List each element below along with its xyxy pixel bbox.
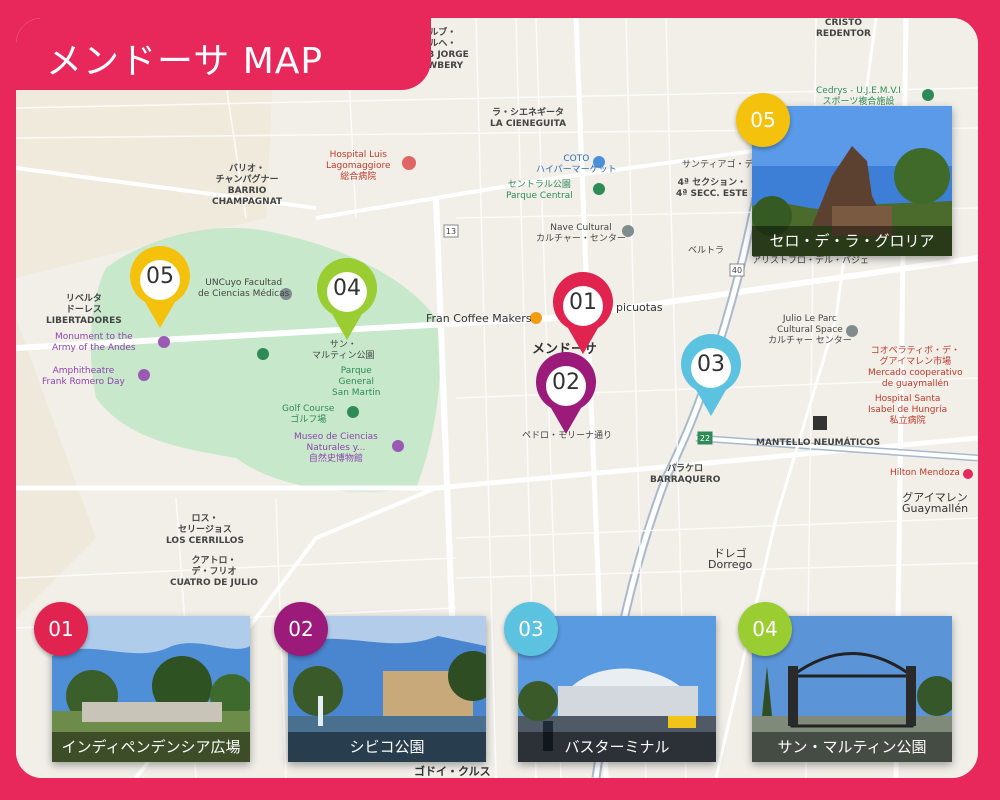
sports-icon <box>922 89 934 101</box>
label-cuatro-de-julio: クアトロ・ デ・フリオ CUATRO DE JULIO <box>170 556 258 588</box>
map-canvas[interactable]: 13 40 22 クルブ・ ホルヘ・ CLUB JORGE NEWBERY CRIST… <box>16 18 978 778</box>
label-sarmiento: サンティアゴ・デル <box>682 160 763 170</box>
photo-caption: インディペンデンシア広場 <box>52 732 250 762</box>
hotel-icon <box>963 469 973 479</box>
pin-number: 01 <box>569 290 597 315</box>
badge-number: 04 <box>752 617 778 641</box>
photo-caption: シビコ公園 <box>288 732 486 762</box>
label-parque-central: セントラル公園 Parque Central <box>506 180 573 201</box>
label-museo: Museo de Ciencias Naturales y... 自然史博物館 <box>294 432 378 464</box>
photo-badge-04: 04 <box>738 602 792 656</box>
badge-number: 03 <box>518 617 544 641</box>
badge-number: 01 <box>48 617 74 641</box>
label-monument-andes: Monument to the Army of the Andes <box>52 332 136 353</box>
pin-number: 04 <box>333 276 361 301</box>
map-pin-04[interactable]: 04 <box>312 258 382 344</box>
label-mantello: MANTELLO NEUMÁTICOS <box>756 438 881 448</box>
label-hospital-santa: Hospital Santa Isabel de Hungría 私立病院 <box>868 394 948 426</box>
label-4-seccion: 4ª セクション・ 4ª SECC. ESTE <box>676 178 748 199</box>
tire-shop-icon <box>813 416 827 430</box>
museum-icon <box>392 440 404 452</box>
label-la-cieneguita: ラ・シエネギータ LA CIENEGUITA <box>490 108 567 129</box>
map-frame: 13 40 22 クルブ・ ホルヘ・ CLUB JORGE NEWBERY CRIST… <box>0 0 1000 800</box>
hospital-icon <box>402 156 416 170</box>
label-hilton: Hilton Mendoza <box>890 468 960 478</box>
label-guaymallen: グアイマレン Guaymallén <box>902 491 969 515</box>
route-22: 22 <box>700 434 710 443</box>
photo-caption: サン・マルティン公園 <box>752 732 952 762</box>
label-nave-cultural: Nave Cultural カルチャー・センター <box>536 223 626 244</box>
pin-marker-icon <box>553 272 613 354</box>
pin-marker-icon <box>681 334 741 416</box>
photo-badge-05: 05 <box>736 93 790 147</box>
theatre-icon <box>138 369 150 381</box>
label-fran-coffee: Fran Coffee Makers <box>426 312 532 325</box>
title-tab: メンドーサ MAP <box>16 18 431 90</box>
pin-number: 03 <box>697 352 725 377</box>
label-julio-le-parc: Julio Le Parc Cultural Space カルチャー センター <box>768 314 852 346</box>
label-libertadores: リベルタ ドーレス LIBERTADORES <box>46 294 122 326</box>
badge-number: 05 <box>750 108 776 132</box>
map-pin-03[interactable]: 03 <box>676 334 746 420</box>
route-13: 13 <box>446 227 456 236</box>
label-dorrego: ドレゴ Dorrego <box>708 547 753 571</box>
label-barraquero: バラケロ BARRAQUERO <box>650 464 721 485</box>
photo-badge-03: 03 <box>504 602 558 656</box>
label-cedrys: Cedrys - U.J.E.M.V.I スポーツ複合施設 <box>816 86 901 107</box>
label-cooperativa: コオペラティボ・デ・ グアイマレン市場 Mercado cooperativo de … <box>868 346 963 389</box>
label-cristo-redentor: CRISTO REDENTOR <box>816 18 871 39</box>
label-amphitheatre: Amphitheatre Frank Romero Day <box>42 366 125 387</box>
label-aristobulo: アリストブロ・デル・バジェ <box>752 256 870 266</box>
label-golf: Golf Course ゴルフ場 <box>282 404 335 425</box>
label-belgrano: ベルトラ <box>688 246 725 256</box>
label-picuotas: picuotas <box>616 301 663 314</box>
golf-icon <box>347 406 359 418</box>
label-hospital-luis: Hospital Luis Lagomaggiore 総合病院 <box>326 150 391 182</box>
badge-number: 02 <box>288 617 314 641</box>
pin-marker-icon <box>536 352 596 434</box>
map-pin-01[interactable]: 01 <box>548 272 618 358</box>
pin-marker-icon <box>317 258 377 340</box>
photo-badge-01: 01 <box>34 602 88 656</box>
photo-caption: バスターミナル <box>518 732 716 762</box>
label-uncuyo: UNCuyo Facultad de Ciencias Médicas <box>198 278 290 299</box>
route-40: 40 <box>732 266 742 275</box>
pin-marker-icon <box>130 246 190 328</box>
monument-icon <box>158 336 170 348</box>
label-los-cerrillos: ロス・ セリージョス LOS CERRILLOS <box>166 514 244 546</box>
map-pin-02[interactable]: 02 <box>531 352 601 438</box>
label-barrio-champagnat: バリオ・ チャンパグナー BARRIO CHAMPAGNAT <box>212 164 283 207</box>
pin-number: 02 <box>552 370 580 395</box>
label-parque-general: Parque General San Martin <box>332 366 381 398</box>
label-coto: COTO ハイパーマーケット <box>536 154 617 175</box>
pin-number: 05 <box>146 264 174 289</box>
label-godoy-cruz: ゴドイ・クルス <box>414 765 491 778</box>
park-icon <box>593 183 605 195</box>
photo-caption: セロ・デ・ラ・グロリア <box>752 226 952 256</box>
photo-badge-02: 02 <box>274 602 328 656</box>
park-icon-2 <box>257 348 269 360</box>
map-pin-05[interactable]: 05 <box>125 246 195 332</box>
page-title: メンドーサ MAP <box>46 41 324 82</box>
